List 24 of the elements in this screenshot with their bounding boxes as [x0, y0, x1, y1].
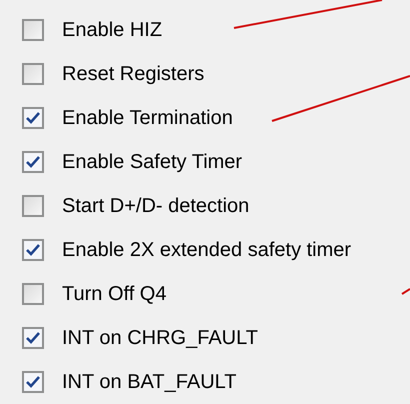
checkbox[interactable]	[22, 195, 44, 217]
checkbox-label: Enable 2X extended safety timer	[62, 238, 352, 262]
checkbox[interactable]	[22, 107, 44, 129]
checkbox-label: Enable Termination	[62, 106, 233, 130]
checkmark-icon	[25, 330, 41, 346]
checkbox[interactable]	[22, 19, 44, 41]
checkmark-icon	[25, 154, 41, 170]
checkbox-label: Start D+/D- detection	[62, 194, 250, 218]
checkbox-label: Enable Safety Timer	[62, 150, 242, 174]
checkbox-label: INT on BAT_FAULT	[62, 370, 237, 394]
checkmark-icon	[25, 374, 41, 390]
checkbox-label: Enable HIZ	[62, 18, 162, 42]
checkbox[interactable]	[22, 371, 44, 393]
checkbox[interactable]	[22, 327, 44, 349]
checkbox-label: Reset Registers	[62, 62, 204, 86]
checkbox-label: Turn Off Q4	[62, 282, 166, 306]
checkbox[interactable]	[22, 63, 44, 85]
checkbox[interactable]	[22, 283, 44, 305]
checkbox-label: INT on CHRG_FAULT	[62, 326, 258, 350]
checkbox[interactable]	[22, 239, 44, 261]
checkmark-icon	[25, 242, 41, 258]
checkbox[interactable]	[22, 151, 44, 173]
leader-line	[401, 288, 410, 295]
checkmark-icon	[25, 110, 41, 126]
